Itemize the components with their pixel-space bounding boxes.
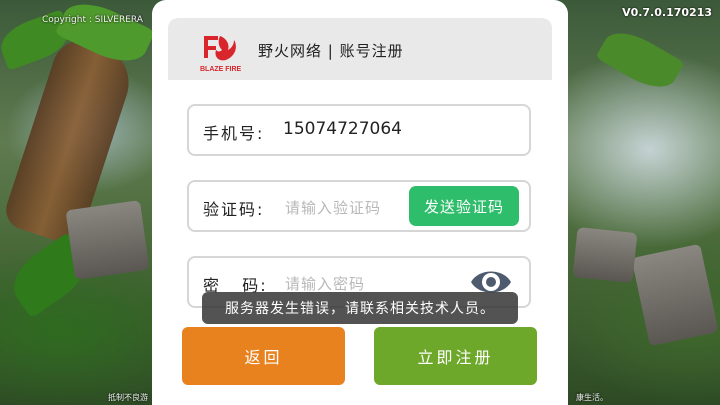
phone-input[interactable]: 15074727064 — [283, 119, 402, 139]
phone-label: 手机号: — [203, 124, 265, 143]
code-input[interactable]: 请输入验证码 — [285, 197, 403, 218]
dialog-title: 野火网络 | 账号注册 — [258, 42, 404, 60]
register-button[interactable]: 立即注册 — [374, 327, 537, 385]
verification-code-field[interactable]: 验证码: 请输入验证码 发送验证码 — [187, 180, 531, 232]
password-input[interactable]: 请输入密码 — [285, 273, 365, 294]
back-button[interactable]: 返回 — [182, 327, 345, 385]
health-notice-right: 康生活。 — [576, 393, 608, 402]
code-label: 验证码: — [203, 200, 265, 219]
copyright-text: Copyright : SILVERERA — [42, 15, 143, 25]
health-notice-left: 抵制不良游 — [108, 393, 148, 402]
phone-field[interactable]: 手机号: 15074727064 — [187, 104, 531, 156]
send-code-button[interactable]: 发送验证码 — [409, 186, 519, 226]
dialog-header: BLAZE FIRE 野火网络 | 账号注册 — [168, 18, 552, 80]
register-dialog: BLAZE FIRE 野火网络 | 账号注册 手机号: 15074727064 … — [152, 0, 568, 405]
background-ruin — [572, 227, 638, 283]
logo-text: BLAZE FIRE — [200, 66, 242, 73]
blaze-fire-logo-icon: BLAZE FIRE — [200, 36, 242, 73]
version-text: V0.7.0.170213 — [622, 6, 712, 19]
background-ruin — [65, 200, 150, 280]
error-toast: 服务器发生错误，请联系相关技术人员。 — [202, 292, 518, 324]
